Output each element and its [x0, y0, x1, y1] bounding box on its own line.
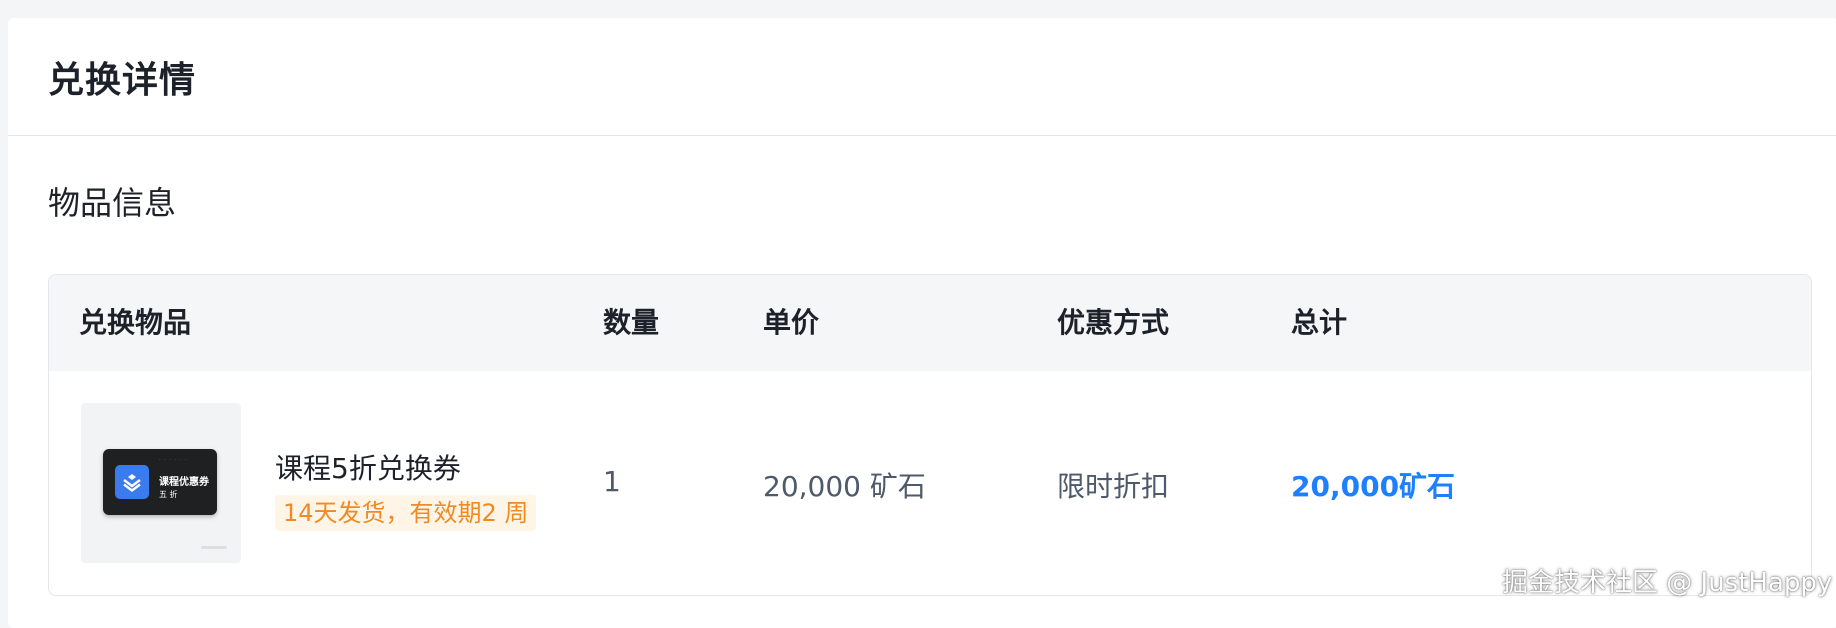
- column-header-item: 兑换物品: [79, 306, 192, 339]
- exchange-detail-card: 兑换详情 物品信息 兑换物品 数量 单价 优惠方式 总计 · · · · · ·…: [8, 18, 1836, 628]
- section-title-item-info: 物品信息: [48, 184, 177, 222]
- item-thumbnail[interactable]: · · · · · · 课程优惠券 五 折: [81, 403, 241, 563]
- item-delivery-tag: 14天发货，有效期2 周: [275, 495, 537, 531]
- unit-price-value: 20,000 矿石: [763, 470, 926, 503]
- item-table: 兑换物品 数量 单价 优惠方式 总计 · · · · · · 课程优惠券 五 折…: [48, 274, 1812, 596]
- coupon-image: · · · · · · 课程优惠券 五 折: [103, 449, 217, 515]
- discount-value: 限时折扣: [1057, 470, 1170, 503]
- item-name[interactable]: 课程5折兑换券: [275, 447, 461, 487]
- juejin-logo-icon: [115, 465, 149, 499]
- column-header-discount: 优惠方式: [1057, 306, 1170, 339]
- quantity-value: 1: [603, 465, 621, 498]
- thumbnail-decoration: [201, 546, 227, 549]
- card-header: 兑换详情: [8, 18, 1836, 136]
- column-header-unit-price: 单价: [763, 306, 820, 339]
- column-header-quantity: 数量: [603, 306, 660, 339]
- table-header: 兑换物品 数量 单价 优惠方式 总计: [49, 275, 1811, 371]
- coupon-top-line: · · · · · ·: [159, 457, 188, 463]
- total-value: 20,000矿石: [1291, 470, 1456, 503]
- page-title: 兑换详情: [48, 59, 197, 101]
- coupon-subtitle: 五 折: [159, 490, 178, 499]
- coupon-title: 课程优惠券: [159, 477, 209, 488]
- column-header-total: 总计: [1291, 306, 1348, 339]
- watermark: 掘金技术社区 @ JustHappy: [1502, 568, 1833, 598]
